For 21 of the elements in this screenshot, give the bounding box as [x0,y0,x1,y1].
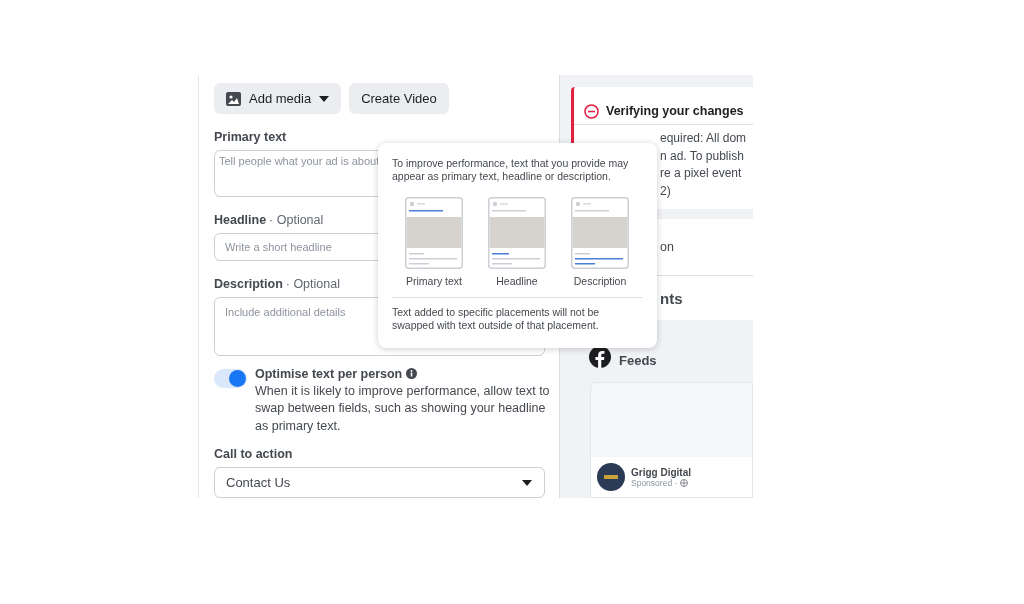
warning-text: re a pixel event [660,165,743,182]
field-label: Headline · Optional [214,212,324,227]
warning-text: equired: All dom [660,130,748,147]
field-label: Call to action [214,447,293,462]
section-text: on [659,240,674,254]
warning-text: 2) [660,182,672,200]
thumbnail-label: Headline [496,275,538,287]
warning-title: Verifying your changes [606,104,744,118]
tooltip-note: Text added to specific placements will not be swapped with text outside of that placement. [392,297,642,332]
sponsored-label: Sponsored · [631,477,678,488]
thumbnail-label: Description [573,275,627,287]
thumbnail-label: Primary text [406,275,462,287]
page-name: Grigg Digital [631,466,691,478]
field-label: Description · Optional [214,277,340,292]
warning-text: n ad. To publish [660,147,745,165]
field-label: Primary text [214,130,287,144]
toggle-title: Optimise text per person [255,366,403,381]
placement-title: Feeds [619,353,657,368]
tooltip-text: To improve performance, text that you provide may appear as primary text, headline or description. [392,157,630,183]
section-title: nts [659,289,683,307]
toggle-description: When it is likely to improve performance, allow text to swap between fields, such as showing your headline as primary text. [255,382,550,435]
